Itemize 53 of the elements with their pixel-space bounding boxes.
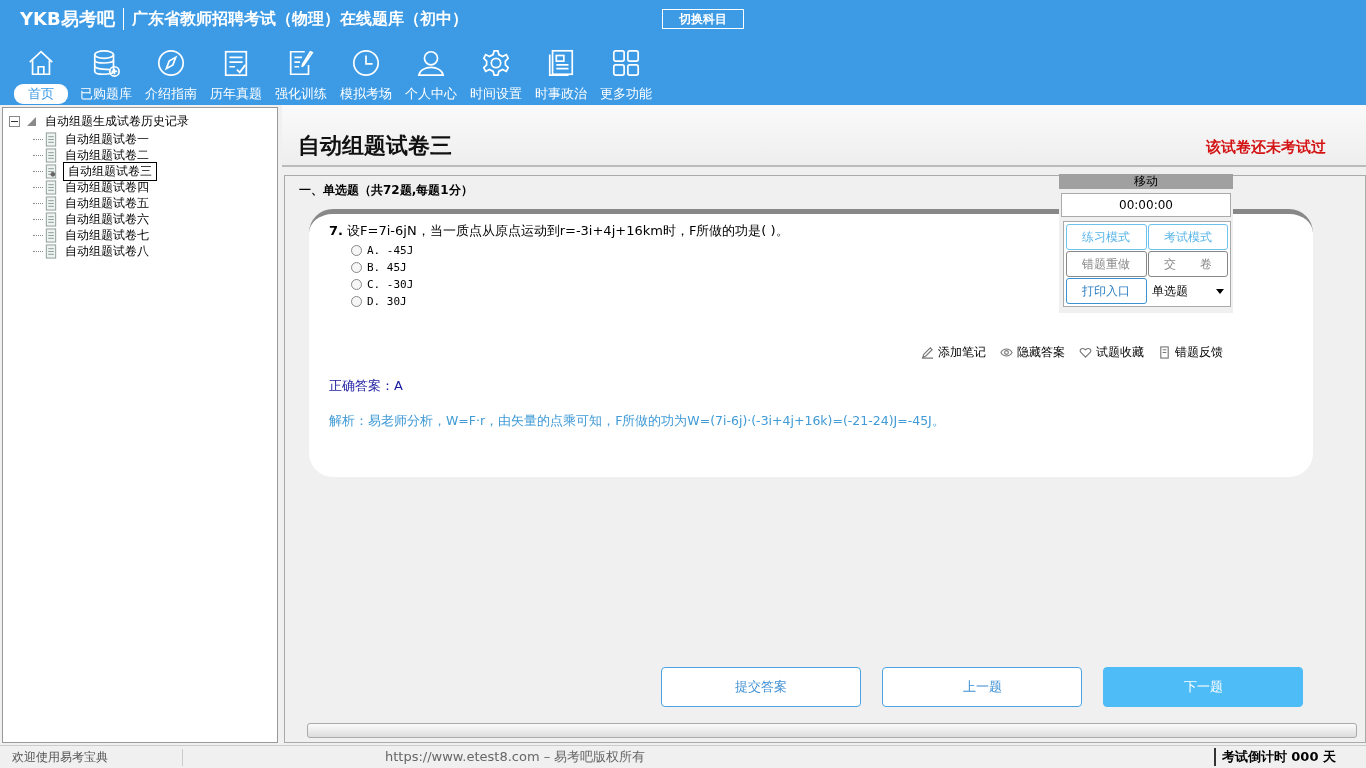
radio-button[interactable] [351, 245, 362, 256]
countdown-text: 考试倒计时 000 天 [1213, 748, 1366, 766]
correct-answer: 正确答案：A [329, 377, 404, 395]
document-icon [45, 195, 57, 211]
tool-link[interactable]: 隐藏答案 [1017, 344, 1065, 361]
question-text: 7. 设F=7i-6jN，当一质点从原点运动到r=-3i+4j+16km时，F所做的功是( )。 [329, 222, 789, 240]
collapse-toggle[interactable] [9, 116, 20, 127]
option-label[interactable]: C. -30J [367, 278, 414, 291]
option-label[interactable]: A. -45J [367, 244, 414, 257]
triangle-icon [27, 117, 36, 126]
timer-display: 00:00:00 [1061, 193, 1231, 217]
radio-button[interactable] [351, 296, 362, 307]
action-button[interactable]: 上一题 [882, 667, 1082, 707]
question-type-select[interactable]: 单选题 [1147, 278, 1228, 304]
compass-icon[interactable] [155, 48, 186, 78]
app-title: 广东省教师招聘考试（物理）在线题库（初中） [131, 8, 468, 30]
document-icon [45, 179, 57, 195]
move-handle[interactable]: 移动 [1059, 174, 1233, 189]
action-button[interactable]: 提交答案 [661, 667, 861, 707]
document-icon [45, 243, 57, 259]
user-icon[interactable] [415, 48, 446, 78]
tree-item[interactable]: 自动组题试卷三 [63, 161, 157, 181]
grid-icon[interactable] [610, 48, 641, 78]
panel-button[interactable]: 错题重做 [1066, 251, 1147, 277]
tree-root-label[interactable]: 自动组题生成试卷历史记录 [43, 112, 191, 131]
tool-link[interactable]: 错题反馈 [1175, 344, 1223, 361]
eye-icon[interactable] [1000, 346, 1013, 359]
analysis-text: 解析：易老师分析，W=F·r，由矢量的点乘可知，F所做的功为W=(7i-6j)·(-3i+4j+16k)=(-21-24)J=-45J。 [329, 413, 946, 430]
book-icon[interactable] [1158, 346, 1171, 359]
document-icon [45, 147, 57, 163]
tool-link[interactable]: 试题收藏 [1096, 344, 1144, 361]
copyright-text: https://www.etest8.com – 易考吧版权所有 [385, 748, 646, 766]
document-icon [45, 211, 57, 227]
document-icon [45, 131, 57, 147]
radio-button[interactable] [351, 279, 362, 290]
document-icon [45, 227, 57, 243]
gear-icon[interactable] [480, 48, 511, 78]
clock-icon[interactable] [350, 48, 381, 78]
panel-button[interactable]: 打印入口 [1066, 278, 1147, 304]
welcome-text: 欢迎使用易考宝典 [0, 748, 183, 766]
panel-button[interactable]: 交 卷 [1147, 251, 1228, 277]
horizontal-scrollbar[interactable] [307, 723, 1357, 738]
paper-status: 该试卷还未考试过 [1206, 138, 1326, 157]
option-label[interactable]: B. 45J [367, 261, 407, 274]
radio-button[interactable] [351, 262, 362, 273]
app-logo: YKB易考吧 [20, 7, 115, 31]
pin-document-icon [45, 163, 57, 179]
pencil-icon[interactable] [921, 346, 934, 359]
paper-title: 自动组题试卷三 [298, 132, 452, 160]
section-heading: 一、单选题（共72题,每题1分） [299, 182, 473, 199]
tool-link[interactable]: 添加笔记 [938, 344, 986, 361]
option-label[interactable]: D. 30J [367, 295, 407, 308]
heart-icon[interactable] [1079, 346, 1092, 359]
